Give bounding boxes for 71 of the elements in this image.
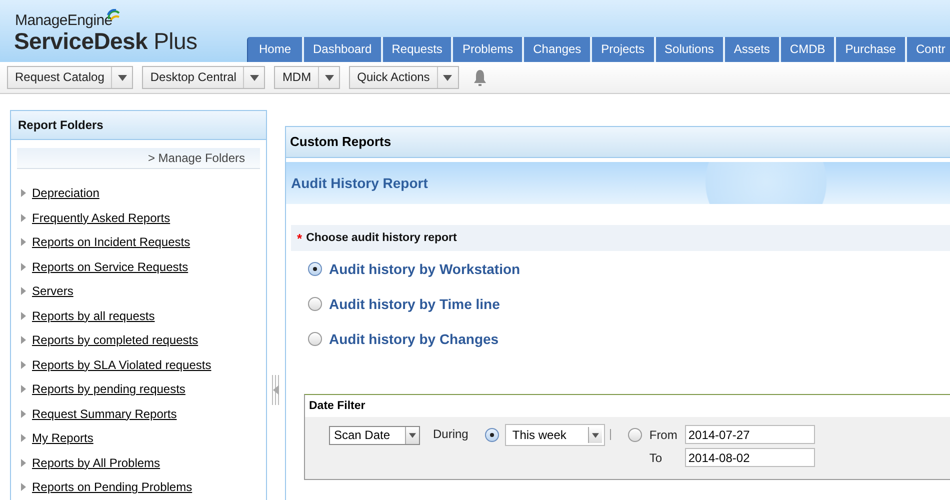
field-label: During (433, 426, 468, 443)
folder-link[interactable]: Reports on Incident Requests (32, 235, 190, 250)
folder-link[interactable]: Servers (32, 284, 74, 298)
radio-button[interactable] (485, 428, 500, 442)
expand-arrow-icon (21, 238, 26, 246)
folder-link[interactable]: Reports by all requests (32, 308, 155, 323)
expand-arrow-icon (21, 287, 26, 296)
menu-button[interactable]: Desktop Central (142, 66, 266, 89)
menu-button[interactable]: MDM (274, 66, 340, 89)
dropdown[interactable]: Scan Date (329, 426, 420, 445)
option-label[interactable]: Audit history by Changes (329, 330, 499, 346)
folder-link[interactable]: Reports by pending requests (32, 382, 186, 396)
folder-link[interactable]: Reports on Service Requests (32, 260, 188, 274)
radio-button[interactable] (308, 262, 322, 276)
expand-arrow-icon (21, 312, 26, 320)
option-label[interactable]: Audit history by Time line (329, 296, 500, 312)
dropdown[interactable]: This week (505, 424, 606, 446)
caret-icon (118, 74, 127, 80)
product-name: ServiceDesk Plus (14, 28, 198, 55)
manage-folders-link[interactable]: > Manage Folders (148, 151, 245, 165)
expand-arrow-icon (21, 189, 26, 198)
collapse-handle-icon (272, 375, 280, 405)
folder-link[interactable]: Reports by SLA Violated requests (32, 358, 212, 372)
folder-link[interactable]: My Reports (32, 431, 94, 446)
nav-tab[interactable]: Contr (904, 37, 950, 62)
panel-title: Report Folders (11, 111, 266, 140)
nav-tab[interactable]: CMDB (778, 37, 834, 62)
folder-link[interactable]: Reports on Pending Problems (32, 480, 192, 494)
menu-button[interactable]: Request Catalog (7, 66, 134, 89)
folder-link[interactable]: Frequently Asked Reports (32, 210, 170, 225)
expand-arrow-icon (21, 214, 26, 222)
expand-arrow-icon (21, 385, 26, 394)
nav-tab[interactable]: Problems (451, 37, 522, 62)
caret-icon (250, 74, 259, 80)
field-label: To (649, 450, 664, 466)
expand-arrow-icon (21, 483, 26, 492)
folder-link[interactable]: Reports by All Problems (32, 456, 160, 470)
field-label: From (649, 426, 678, 444)
expand-arrow-icon (21, 458, 26, 467)
nav-tab[interactable]: Assets (722, 37, 779, 62)
date-field[interactable]: 2014-07-27 (685, 425, 816, 444)
nav-tab[interactable]: Dashboard (302, 37, 381, 62)
section-label: Choose audit history report (306, 232, 457, 244)
option-label[interactable]: Audit history by Workstation (329, 260, 520, 276)
brand-name: ManageEngine (15, 12, 112, 29)
panel-title: Custom Reports (286, 127, 950, 158)
required-mark: * (297, 230, 302, 246)
nav-tab[interactable]: Changes (522, 37, 590, 62)
expand-arrow-icon (21, 434, 26, 442)
folder-link[interactable]: Request Summary Reports (32, 406, 177, 421)
menu-button[interactable]: Quick Actions (349, 66, 459, 89)
nav-tab[interactable]: Requests (380, 37, 452, 62)
radio-button[interactable] (628, 428, 642, 442)
report-title: Audit History Report (291, 175, 428, 191)
caret-icon (592, 432, 600, 438)
caret-icon (409, 433, 416, 438)
expand-arrow-icon (21, 360, 26, 369)
expand-arrow-icon (21, 336, 26, 344)
expand-arrow-icon (21, 262, 26, 271)
caret-icon (324, 74, 334, 80)
bell-icon (472, 68, 488, 86)
date-field[interactable]: 2014-08-02 (685, 448, 816, 467)
radio-button[interactable] (308, 296, 322, 310)
caret-icon (443, 74, 452, 80)
folder-link[interactable]: Reports by completed requests (32, 333, 198, 348)
expand-arrow-icon (21, 410, 26, 418)
radio-button[interactable] (308, 332, 322, 346)
folder-link[interactable]: Depreciation (32, 186, 100, 200)
nav-tab[interactable]: Purchase (834, 37, 905, 62)
nav-tab[interactable]: Projects (590, 37, 654, 62)
nav-tab[interactable]: Solutions (654, 37, 723, 62)
